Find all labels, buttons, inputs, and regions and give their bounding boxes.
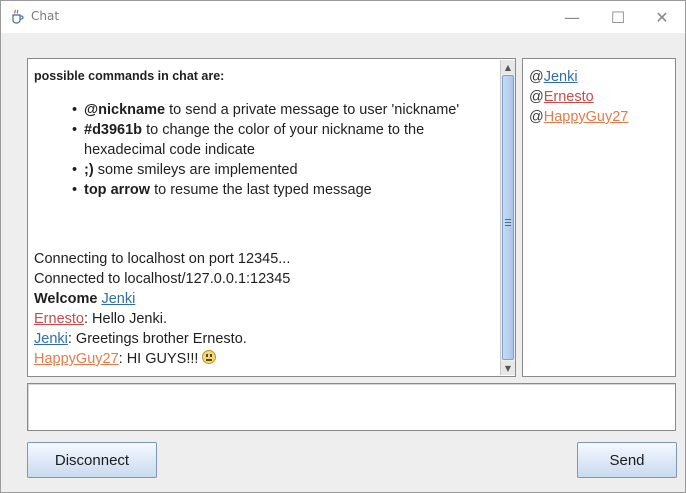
disconnect-button[interactable]: Disconnect [27,442,157,478]
user-link[interactable]: Jenki [544,69,578,85]
chat-scrollbar[interactable]: ▲ ▼ [500,60,515,375]
message-text: Hello Jenki. [88,311,167,327]
welcome-line: Welcome Jenki [34,289,496,309]
chat-window: Chat — ☐ ✕ possible commands in chat are… [0,0,686,493]
status-connected: Connected to localhost/127.0.0.1:12345 [34,271,291,287]
java-cup-icon [9,9,25,25]
command-description: to resume the last typed message [150,182,372,198]
chat-history: possible commands in chat are: @nickname… [34,65,496,371]
commands-title: possible commands in chat are: [34,69,225,83]
welcome-user-link[interactable]: Jenki [101,291,135,307]
user-item[interactable]: @Jenki [529,67,628,87]
command-keyword: top arrow [84,182,151,198]
scrollbar-grip-icon [505,219,511,226]
message-author-link[interactable]: HappyGuy27 [34,351,119,367]
smiley-icon [202,350,217,364]
message-author-link[interactable]: Ernesto [34,311,84,327]
users-list: @Jenki @Ernesto @HappyGuy27 [529,67,628,127]
message-author-link[interactable]: Jenki [34,331,68,347]
command-item: ;) some smileys are implemented [70,160,496,180]
command-description: some smileys are implemented [93,162,298,178]
user-item[interactable]: @Ernesto [529,87,628,107]
window-title: Chat [31,9,60,23]
user-prefix: @ [529,89,544,105]
minimize-button[interactable]: — [549,1,595,33]
command-description: to send a private message to user 'nickn… [165,102,460,118]
welcome-label: Welcome [34,291,98,307]
maximize-button[interactable]: ☐ [595,1,641,33]
user-prefix: @ [529,109,544,125]
user-link[interactable]: HappyGuy27 [544,109,629,125]
online-users-pane: @Jenki @Ernesto @HappyGuy27 [522,58,676,377]
chat-message: HappyGuy27: HI GUYS!!! [34,349,496,369]
message-text: HI GUYS!!! [122,351,199,367]
command-keyword: ;) [84,162,94,178]
scrollbar-thumb[interactable] [502,75,514,360]
title-bar: Chat — ☐ ✕ [1,1,685,33]
status-connecting: Connecting to localhost on port 12345... [34,251,291,267]
commands-list: @nickname to send a private message to u… [34,100,496,200]
message-input[interactable] [27,383,676,431]
chat-message: Jenki: Greetings brother Ernesto. [34,329,496,349]
message-text: Greetings brother Ernesto. [71,331,247,347]
scroll-up-arrow-icon[interactable]: ▲ [501,60,515,74]
command-item: top arrow to resume the last typed messa… [70,180,496,200]
scroll-down-arrow-icon[interactable]: ▼ [501,361,515,375]
user-prefix: @ [529,69,544,85]
command-item: #d3961b to change the color of your nick… [70,120,496,160]
close-button[interactable]: ✕ [639,1,685,33]
send-button[interactable]: Send [577,442,677,478]
command-keyword: #d3961b [84,122,143,138]
command-keyword: @nickname [84,102,166,118]
user-item[interactable]: @HappyGuy27 [529,107,628,127]
chat-message: Ernesto: Hello Jenki. [34,309,496,329]
command-item: @nickname to send a private message to u… [70,100,496,120]
chat-history-pane[interactable]: possible commands in chat are: @nickname… [27,58,516,377]
user-link[interactable]: Ernesto [544,89,594,105]
